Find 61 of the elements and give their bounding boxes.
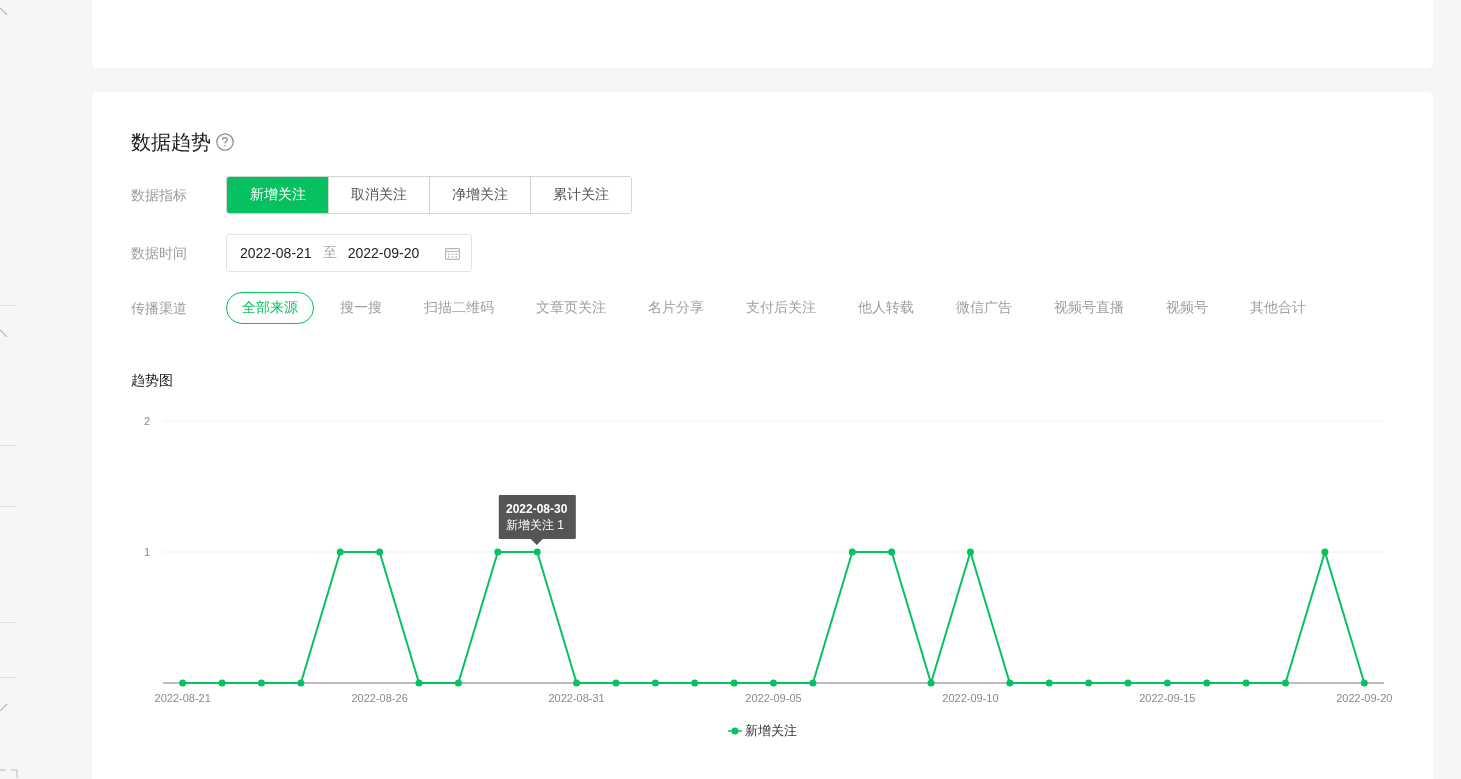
- data-point[interactable]: [1242, 679, 1250, 687]
- x-axis-label: 2022-09-10: [942, 692, 999, 704]
- x-axis-label: 2022-09-15: [1139, 692, 1196, 704]
- metric-tab[interactable]: 新增关注: [227, 177, 328, 213]
- data-point[interactable]: [1163, 679, 1171, 687]
- bracket-icon: [0, 769, 18, 778]
- data-point[interactable]: [533, 548, 541, 556]
- calendar-icon: [445, 246, 460, 260]
- data-point[interactable]: [257, 679, 265, 687]
- data-point[interactable]: [651, 679, 659, 687]
- chevron-icon[interactable]: [0, 703, 8, 711]
- x-axis-label: 2022-08-21: [154, 692, 211, 704]
- x-axis-label: 2022-08-31: [548, 692, 605, 704]
- data-point[interactable]: [730, 679, 738, 687]
- chart-title: 趋势图: [131, 371, 173, 390]
- help-icon[interactable]: [216, 133, 234, 151]
- data-point[interactable]: [376, 548, 384, 556]
- data-point[interactable]: [1124, 679, 1132, 687]
- data-point[interactable]: [1006, 679, 1014, 687]
- start-date: 2022-08-21: [240, 245, 312, 261]
- data-point[interactable]: [809, 679, 817, 687]
- filter-label: 传播渠道: [131, 299, 188, 318]
- legend-label[interactable]: 新增关注: [745, 721, 797, 741]
- x-axis-label: 2022-09-05: [745, 692, 802, 704]
- data-point[interactable]: [573, 679, 581, 687]
- x-axis-label: 2022-08-26: [351, 692, 408, 704]
- data-point[interactable]: [1321, 548, 1329, 556]
- data-point[interactable]: [1282, 679, 1290, 687]
- chevron-icon[interactable]: [0, 329, 8, 337]
- end-date: 2022-09-20: [347, 245, 420, 261]
- data-point[interactable]: [1203, 679, 1211, 687]
- data-point[interactable]: [848, 548, 856, 556]
- y-axis-label: 2: [143, 415, 150, 427]
- tooltip-value: 新增关注 1: [506, 517, 565, 533]
- data-point[interactable]: [1085, 679, 1093, 687]
- data-point[interactable]: [297, 679, 305, 687]
- data-point[interactable]: [1045, 679, 1053, 687]
- data-point[interactable]: [1360, 679, 1368, 687]
- channel-chip[interactable]: 全部来源: [226, 292, 314, 324]
- data-point[interactable]: [691, 679, 699, 687]
- data-point[interactable]: [612, 679, 620, 687]
- data-point[interactable]: [927, 679, 935, 687]
- metric-tab[interactable]: 累计关注: [530, 177, 631, 213]
- data-point[interactable]: [218, 679, 226, 687]
- data-point[interactable]: [454, 679, 462, 687]
- data-point[interactable]: [966, 548, 974, 556]
- section-title: 数据趋势: [131, 130, 211, 155]
- y-axis-label: 1: [143, 546, 150, 558]
- x-axis-label: 2022-09-20: [1336, 692, 1393, 704]
- data-point[interactable]: [888, 548, 896, 556]
- filter-label: 数据指标: [131, 186, 188, 205]
- date-range-field[interactable]: 2022-08-21 至 2022-09-20: [226, 234, 472, 272]
- tooltip-date: 2022-08-30: [506, 501, 568, 517]
- data-point[interactable]: [494, 548, 502, 556]
- filter-label: 数据时间: [131, 244, 188, 263]
- data-point[interactable]: [770, 679, 777, 687]
- data-point[interactable]: [415, 679, 423, 687]
- data-point[interactable]: [179, 679, 187, 687]
- range-separator: 至: [322, 244, 337, 262]
- chevron-icon[interactable]: [0, 7, 8, 15]
- data-point[interactable]: [336, 548, 344, 556]
